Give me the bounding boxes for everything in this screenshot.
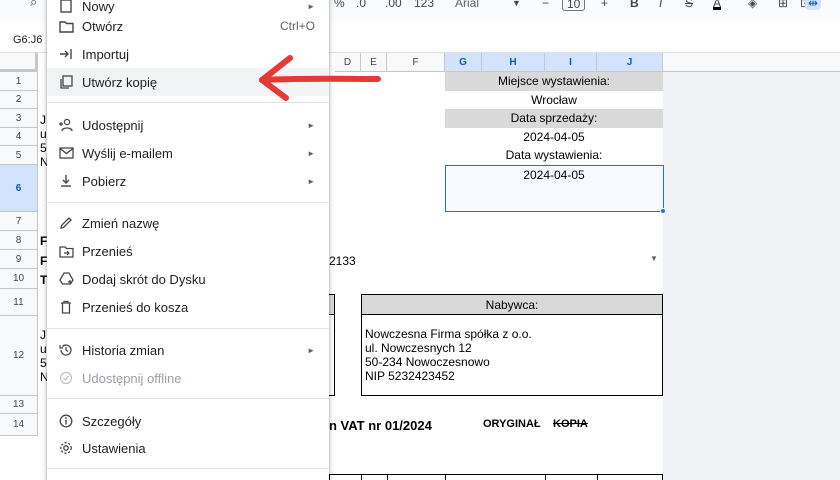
spreadsheet-window: % .0 .00 123 Arial ▼ − 10 + B I S A ◈ ⊞ …: [0, 0, 840, 480]
red-arrow-annotation: [259, 55, 381, 101]
search-icon[interactable]: ⌕: [30, 0, 37, 10]
